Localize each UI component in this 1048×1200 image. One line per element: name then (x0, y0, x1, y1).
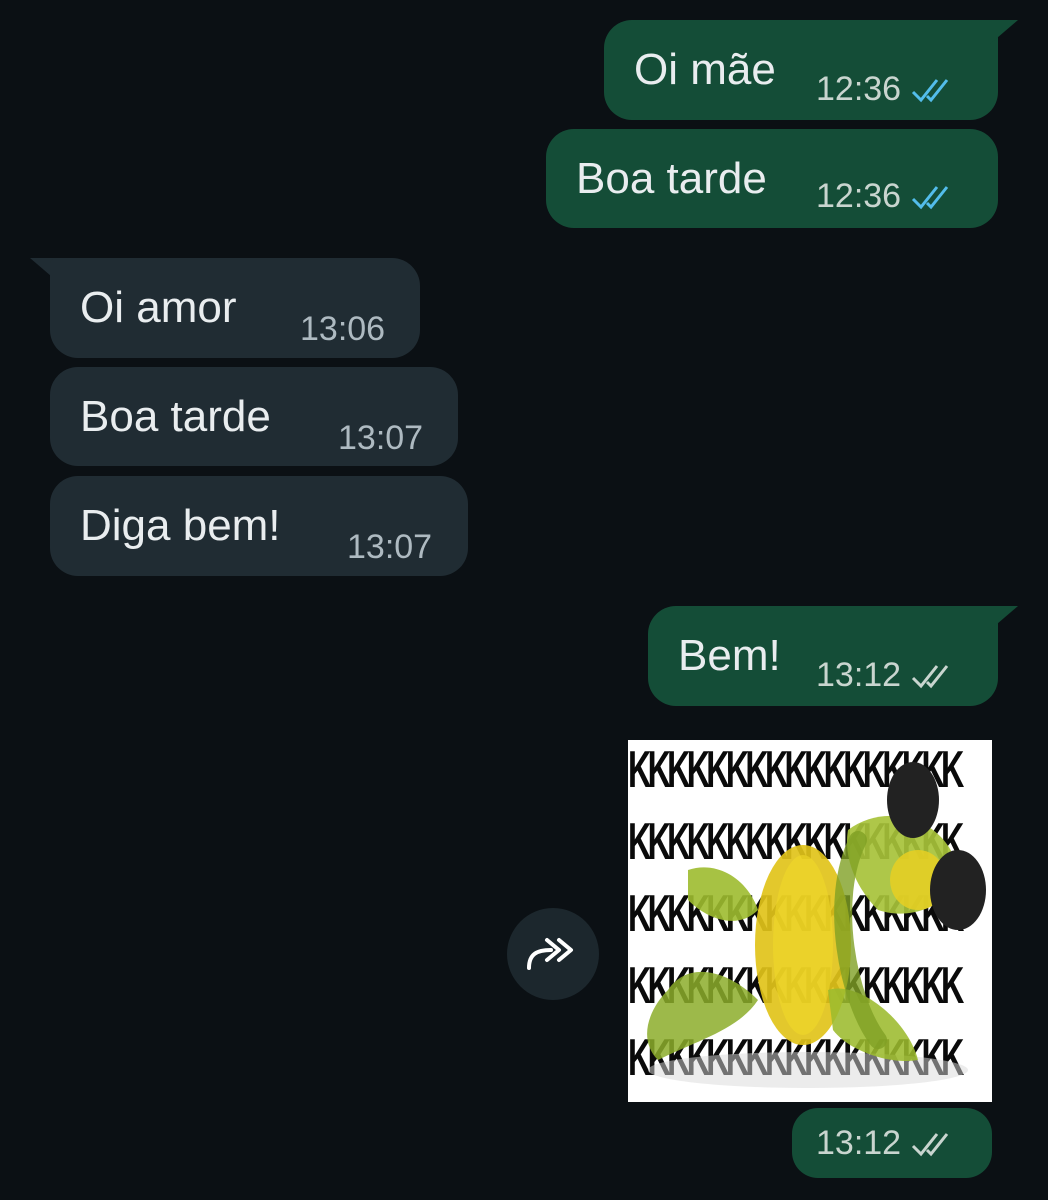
message-bubble[interactable]: Oi amor 13:06 (50, 258, 420, 358)
message-text: Diga bem! (80, 501, 281, 550)
message-meta: 13:07 (338, 419, 423, 458)
forward-button[interactable] (507, 908, 599, 1000)
message-text: Oi mãe (634, 45, 776, 94)
message-text: Bem! (678, 631, 781, 680)
message-text: Boa tarde (80, 392, 271, 441)
message-meta: 13:06 (300, 310, 385, 349)
message-bubble[interactable]: Oi mãe 12:36 (604, 20, 998, 120)
delivered-double-check-icon (912, 1132, 949, 1156)
message-meta: 12:36 (816, 70, 959, 109)
message-time: 13:07 (338, 419, 424, 457)
delivered-double-check-icon (912, 664, 949, 688)
frog-sticker-icon (647, 762, 986, 1088)
message-meta: 12:36 (816, 177, 959, 216)
message-time: 13:06 (300, 310, 386, 348)
message-time: 12:36 (816, 177, 902, 215)
read-double-check-icon (912, 78, 949, 102)
bubble-tail (990, 20, 1018, 44)
message-meta: 13:12 (816, 656, 959, 695)
message-text: Boa tarde (576, 154, 767, 203)
message-bubble[interactable]: Bem! 13:12 (648, 606, 998, 706)
message-time: 13:12 (816, 656, 902, 694)
message-bubble[interactable]: Boa tarde 13:07 (50, 367, 458, 466)
bubble-tail (990, 606, 1018, 630)
message-time: 13:12 (816, 1124, 902, 1162)
message-meta: 13:12 (816, 1124, 959, 1163)
message-time: 12:36 (816, 70, 902, 108)
message-time: 13:07 (347, 528, 433, 566)
read-double-check-icon (912, 185, 949, 209)
message-meta: 13:07 (347, 528, 432, 567)
forward-icon (527, 938, 573, 970)
message-text: Oi amor (80, 283, 237, 332)
sticker-image[interactable]: KKKKKKKKKKKKKKKKK KKKKKKKKKKKKKKKKK KKKK… (628, 740, 992, 1102)
message-bubble[interactable]: Boa tarde 12:36 (546, 129, 998, 228)
message-bubble[interactable]: Diga bem! 13:07 (50, 476, 468, 576)
sticker-meta-bubble: 13:12 (792, 1108, 992, 1178)
